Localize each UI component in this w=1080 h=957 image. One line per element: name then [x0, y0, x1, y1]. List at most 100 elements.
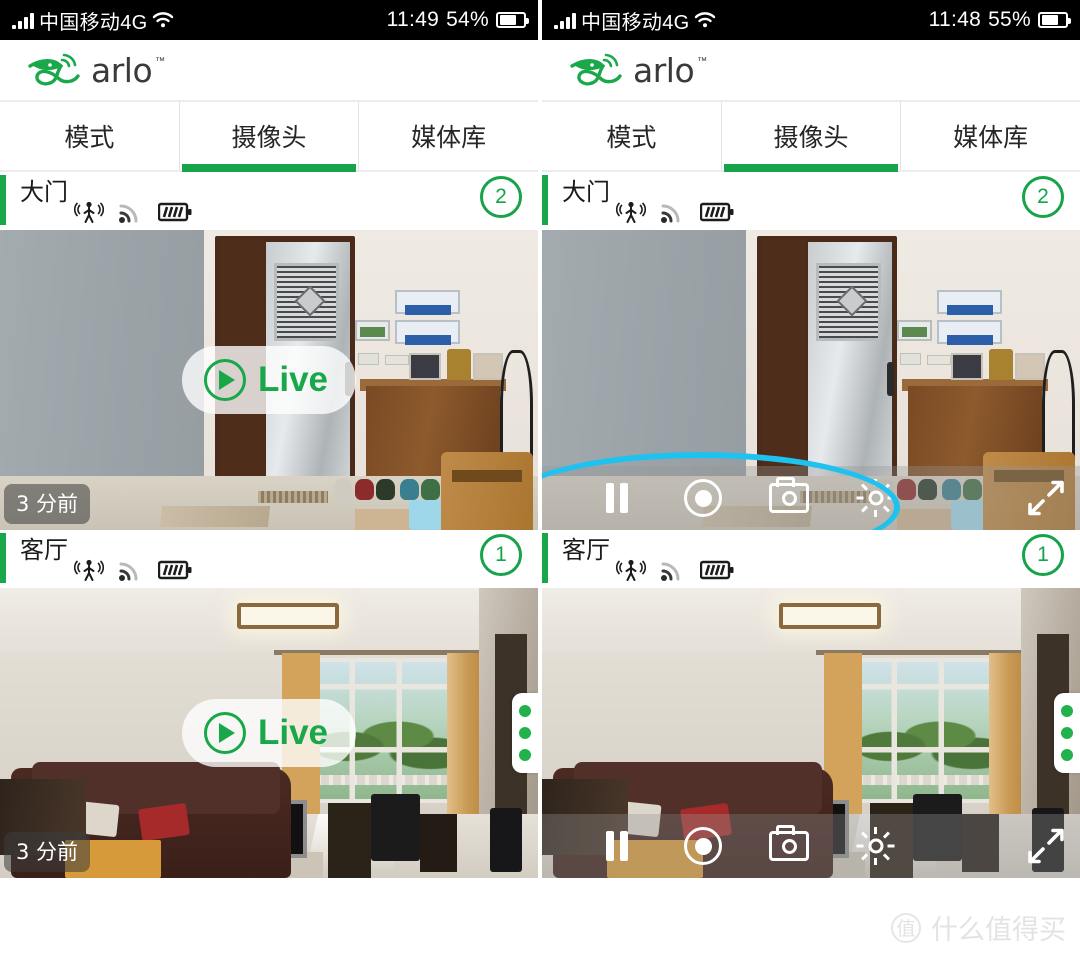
wifi-icon	[152, 11, 174, 29]
motion-detection-icon	[615, 200, 647, 229]
arlo-logo: arlo ™	[28, 48, 165, 93]
pause-icon	[606, 831, 629, 861]
tab-mode[interactable]: 模式	[542, 102, 721, 170]
arlo-bird-logo-icon	[28, 48, 88, 93]
record-button[interactable]	[684, 827, 723, 865]
camera-signal-icon	[660, 558, 686, 587]
camera-feed-living-room[interactable]	[542, 588, 1080, 878]
tab-bar: 模式 摄像头 媒体库	[0, 102, 538, 172]
trademark-symbol: ™	[697, 55, 708, 67]
fullscreen-button[interactable]	[1026, 826, 1066, 866]
live-play-button[interactable]: Live	[181, 346, 357, 414]
status-bar: 中国移动4G 11:48 55%	[542, 0, 1080, 40]
battery-percent-label: 54%	[446, 8, 489, 31]
battery-icon	[1038, 12, 1071, 28]
camera-name-label: 大门	[562, 178, 610, 206]
snapshot-button[interactable]	[769, 825, 810, 861]
status-badge[interactable]: 1	[480, 534, 522, 576]
camera-status-icons	[73, 558, 192, 587]
app-header: arlo ™	[0, 40, 538, 102]
tab-cameras-label: 摄像头	[773, 123, 849, 152]
tab-library[interactable]: 媒体库	[358, 102, 538, 170]
brightness-sun-icon	[856, 479, 895, 517]
arlo-logo: arlo ™	[570, 48, 707, 93]
status-badge[interactable]: 2	[480, 176, 522, 218]
status-badge[interactable]: 1	[1022, 534, 1064, 576]
record-button[interactable]	[684, 479, 723, 517]
play-icon	[203, 712, 246, 754]
last-capture-timestamp: 3 分前	[4, 484, 91, 524]
watermark-text: 什么值得买	[931, 915, 1066, 946]
camera-name-label: 客厅	[20, 536, 68, 564]
record-icon	[684, 479, 723, 517]
dot-icon	[519, 705, 531, 717]
motion-detection-icon	[73, 558, 105, 587]
tab-cameras[interactable]: 摄像头	[720, 102, 901, 172]
battery-icon	[496, 12, 529, 28]
camera-accent-bar	[0, 175, 6, 225]
wifi-icon	[694, 11, 716, 29]
camera-accent-bar	[542, 175, 548, 225]
watermark-logo-icon: 值	[891, 912, 921, 943]
clock-label: 11:49	[386, 8, 440, 31]
camera-accent-bar	[0, 533, 6, 583]
tab-bar: 模式 摄像头 媒体库	[542, 102, 1080, 172]
tab-mode-label: 模式	[606, 123, 657, 152]
status-bar: 中国移动4G 11:49 54%	[0, 0, 538, 40]
tab-cameras[interactable]: 摄像头	[178, 102, 359, 172]
tab-library-label: 媒体库	[953, 123, 1029, 152]
video-control-bar	[542, 466, 1080, 530]
dot-icon	[519, 727, 531, 739]
tab-library[interactable]: 媒体库	[900, 102, 1080, 170]
status-bar-right: 11:49 54%	[386, 8, 529, 32]
pause-button[interactable]	[606, 483, 629, 513]
carrier-label: 中国移动4G	[39, 11, 148, 34]
dot-icon	[1061, 727, 1073, 739]
snapshot-camera-icon	[769, 825, 810, 861]
camera-status-icons	[615, 558, 734, 587]
tab-library-label: 媒体库	[411, 123, 487, 152]
camera-header-living-room: 客厅 1	[542, 530, 1080, 588]
brightness-button[interactable]	[856, 479, 895, 517]
cellular-bars-icon	[554, 12, 576, 29]
fullscreen-expand-icon	[1026, 478, 1066, 518]
tab-cameras-label: 摄像头	[231, 123, 307, 152]
clock-label: 11:48	[928, 8, 982, 31]
record-icon	[684, 827, 723, 865]
more-options-button[interactable]	[512, 693, 538, 773]
arlo-wordmark: arlo	[91, 50, 153, 90]
camera-battery-icon	[157, 202, 192, 227]
dot-icon	[519, 749, 531, 761]
dot-icon	[1061, 705, 1073, 717]
fullscreen-expand-icon	[1026, 826, 1066, 866]
camera-accent-bar	[542, 533, 548, 583]
status-badge[interactable]: 2	[1022, 176, 1064, 218]
arlo-bird-logo-icon	[570, 48, 630, 93]
camera-header-front-door: 大门 2	[542, 172, 1080, 230]
tab-mode[interactable]: 模式	[0, 102, 179, 170]
camera-feed-front-door[interactable]	[542, 230, 1080, 530]
phone-screen-left: 中国移动4G 11:49 54% arlo ™ 模式 摄像头 媒体库 大门 2 …	[0, 0, 540, 957]
live-play-button[interactable]: Live	[181, 699, 357, 767]
camera-battery-icon	[699, 202, 734, 227]
fullscreen-button[interactable]	[1026, 478, 1066, 518]
snapshot-button[interactable]	[769, 477, 810, 513]
motion-detection-icon	[615, 558, 647, 587]
more-options-button[interactable]	[1054, 693, 1080, 773]
motion-detection-icon	[73, 200, 105, 229]
camera-feed-living-room[interactable]: Live 3 分前	[0, 588, 538, 878]
camera-signal-icon	[118, 558, 144, 587]
camera-feed-front-door[interactable]: Live 3 分前	[0, 230, 538, 530]
live-label: Live	[257, 360, 329, 399]
pause-button[interactable]	[606, 831, 629, 861]
cellular-bars-icon	[12, 12, 34, 29]
video-control-bar	[542, 814, 1080, 878]
brightness-sun-icon	[856, 827, 895, 865]
camera-header-living-room: 客厅 1	[0, 530, 538, 588]
status-bar-left: 中国移动4G	[554, 6, 716, 35]
camera-signal-icon	[118, 200, 144, 229]
phone-screen-right: 中国移动4G 11:48 55% arlo ™ 模式 摄像头 媒体库 大门 2 …	[540, 0, 1080, 957]
brightness-button[interactable]	[856, 827, 895, 865]
app-header: arlo ™	[542, 40, 1080, 102]
last-capture-timestamp: 3 分前	[4, 832, 91, 872]
